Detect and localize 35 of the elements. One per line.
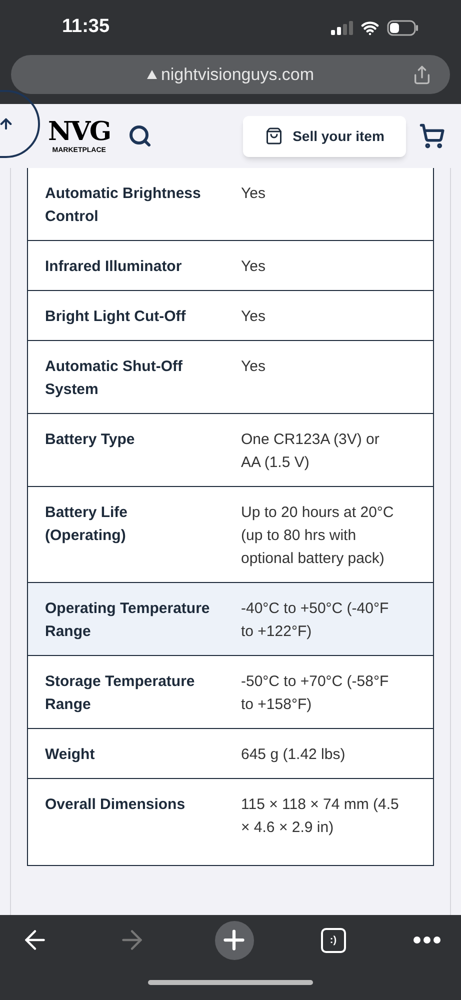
spec-value: Yes [241, 184, 266, 204]
share-icon[interactable] [412, 64, 432, 84]
spec-label: Infrared Illuminator [44, 257, 183, 277]
search-icon[interactable] [128, 124, 152, 148]
spec-label: Operating Temperature Range [44, 599, 211, 642]
spec-label: Automatic Brightness Control [44, 184, 202, 227]
more-icon[interactable] [413, 936, 441, 944]
address-bar[interactable]: nightvisionguys.com [11, 55, 450, 94]
spec-label: Overall Dimensions [44, 795, 186, 815]
spec-value: Yes [241, 307, 266, 327]
spec-value: Up to 20 hours at 20°C (up to 80 hrs with optional battery pack) [241, 503, 395, 569]
spec-label: Battery Type [44, 430, 136, 450]
warning-icon [146, 70, 157, 79]
spec-value: 115 × 118 × 74 mm (4.5 × 4.6 × 2.9 in) [241, 795, 400, 838]
spec-value: 645 g (1.42 lbs) [241, 745, 346, 765]
spec-label: Bright Light Cut-Off [44, 307, 187, 327]
spec-value: -50°C to +70°C (-58°F to +158°F) [241, 672, 390, 715]
spec-value: Yes [241, 357, 266, 377]
cart-icon[interactable] [419, 123, 445, 149]
spec-value: Yes [241, 257, 266, 277]
spec-label: Automatic Shut-Off System [44, 357, 184, 400]
url-text: nightvisionguys.com [160, 64, 314, 86]
bag-icon [264, 127, 283, 145]
new-tab-button[interactable] [214, 920, 254, 960]
sell-item-button[interactable]: Sell your item [243, 116, 406, 156]
status-time: 11:35 [62, 15, 110, 40]
spec-value: -40°C to +50°C (-40°F to +122°F) [241, 599, 390, 642]
wifi-icon [361, 18, 379, 36]
signal-icon [331, 20, 353, 34]
spec-label: Battery Life (Operating) [44, 503, 129, 546]
spec-value: One CR123A (3V) or AA (1.5 V) [241, 430, 380, 473]
spec-label: Weight [44, 745, 96, 765]
spec-label: Storage Temperature Range [44, 672, 196, 715]
battery-icon [387, 20, 419, 36]
tabs-button[interactable]: :) [320, 928, 346, 952]
